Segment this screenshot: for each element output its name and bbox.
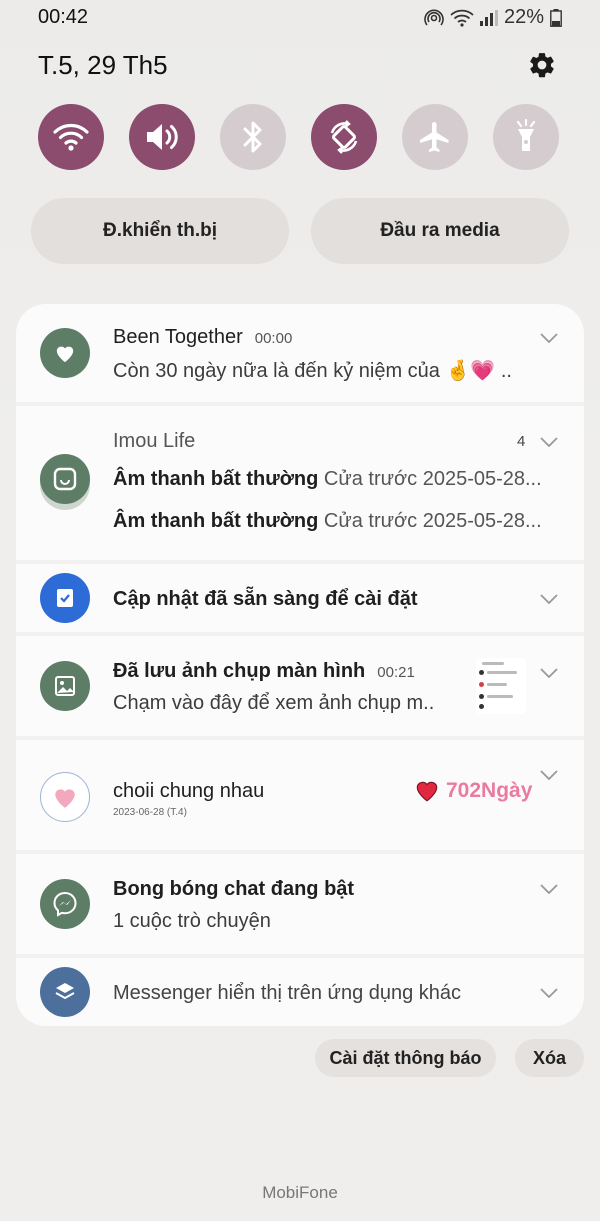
days-counter: 702Ngày — [446, 779, 533, 802]
bluetooth-toggle[interactable] — [220, 104, 286, 170]
carrier-label: MobiFone — [262, 1183, 338, 1202]
imou-row-1: Âm thanh bất thường Cửa trước 2025-05-28… — [113, 468, 542, 491]
notification-update[interactable]: Cập nhật đã sẵn sàng để cài đặt — [16, 564, 584, 632]
sound-toggle[interactable] — [129, 104, 195, 170]
device-control-button[interactable]: Đ.khiển th.bị — [31, 198, 289, 264]
notification-app-name: Imou Life — [113, 430, 196, 452]
notification-title: Đã lưu ảnh chụp màn hình — [113, 660, 366, 682]
chevron-down-icon[interactable] — [540, 594, 558, 604]
quick-toggles — [38, 104, 562, 172]
wifi-toggle[interactable] — [38, 104, 104, 170]
status-icons: 22% — [424, 6, 562, 29]
imou-row-title: Âm thanh bất thường — [113, 510, 319, 532]
notification-screenshot[interactable]: Đã lưu ảnh chụp màn hình 00:21 Chạm vào đ… — [16, 636, 584, 736]
notification-text: Messenger hiển thị trên ứng dụng khác — [113, 982, 462, 1004]
chevron-down-icon[interactable] — [540, 437, 558, 447]
layers-icon — [55, 983, 75, 1000]
notification-time: 00:21 — [377, 664, 415, 681]
notification-time: 00:00 — [254, 330, 293, 347]
notification-title: choii chung nhau — [113, 780, 265, 802]
hotspot-icon — [424, 9, 444, 26]
airplane-icon — [420, 122, 449, 152]
notification-text: 1 cuộc trò chuyện — [113, 910, 271, 932]
imou-row-title: Âm thanh bất thường — [113, 468, 319, 490]
notification-title: Bong bóng chat đang bật — [113, 878, 355, 900]
notification-date: 2023-06-28 (T.4) — [113, 807, 187, 818]
been-together-app-icon — [40, 328, 90, 378]
date-label: T.5, 29 Th5 — [38, 50, 168, 80]
sound-icon — [147, 124, 178, 150]
notification-text: Còn 30 ngày nữa là đến kỷ niệm của 🤞💗 .. — [113, 360, 512, 382]
flashlight-toggle[interactable] — [493, 104, 559, 170]
notification-text: Chạm vào đây để xem ảnh chụp m.. — [113, 692, 435, 714]
media-output-button[interactable]: Đầu ra media — [311, 198, 569, 264]
flashlight-icon — [516, 119, 536, 151]
status-bar: 00:42 22% — [0, 0, 600, 36]
thumb-dot — [479, 694, 484, 699]
notification-choii[interactable]: choii chung nhau 2023-06-28 (T.4) 702Ngà… — [16, 740, 584, 850]
settings-gear-icon[interactable] — [527, 50, 557, 80]
gallery-app-icon — [40, 661, 90, 711]
thumb-dot — [479, 682, 484, 687]
thumb-dot — [479, 704, 484, 709]
notification-been-together[interactable]: Been Together 00:00 Còn 30 ngày nữa là đế… — [16, 304, 584, 402]
notification-messenger-overlay[interactable]: Messenger hiển thị trên ứng dụng khác — [16, 958, 584, 1026]
update-check-icon — [57, 589, 73, 607]
layers-app-icon — [40, 967, 90, 1017]
screenshot-thumbnail[interactable] — [476, 658, 526, 714]
auto-rotate-icon — [330, 120, 358, 154]
camera-face-icon — [53, 467, 77, 491]
airplane-toggle[interactable] — [402, 104, 468, 170]
notification-imou-life[interactable]: Imou Life 4 Âm thanh bất thường Cửa trướ… — [16, 406, 584, 560]
notification-count: 4 — [517, 433, 526, 450]
red-heart-icon — [416, 781, 438, 802]
notification-text: Cập nhật đã sẵn sàng để cài đặt — [113, 588, 418, 610]
chevron-down-icon[interactable] — [540, 884, 558, 894]
image-icon — [55, 676, 75, 696]
imou-row-detail: Cửa trước 2025-05-28... — [323, 510, 542, 532]
notification-chat-bubbles[interactable]: Bong bóng chat đang bật 1 cuộc trò chuyệ… — [16, 854, 584, 954]
notification-panel: Been Together 00:00 Còn 30 ngày nữa là đế… — [16, 304, 584, 1026]
love-days-app-icon — [40, 772, 90, 822]
thumb-dot — [479, 670, 484, 675]
chevron-down-icon[interactable] — [540, 770, 558, 780]
chevron-down-icon[interactable] — [540, 988, 558, 998]
notification-app-name: Been Together — [113, 326, 243, 348]
wifi-icon — [53, 124, 89, 151]
auto-rotate-toggle[interactable] — [311, 104, 377, 170]
battery-percent: 22% — [503, 6, 544, 28]
messenger-icon — [53, 891, 77, 917]
update-app-icon — [40, 573, 90, 623]
chevron-down-icon[interactable] — [540, 668, 558, 678]
thumb-line — [487, 683, 507, 686]
imou-app-icon — [40, 454, 90, 504]
heart-icon — [55, 789, 75, 808]
wifi-status-icon — [450, 9, 474, 27]
imou-row-detail: Cửa trước 2025-05-28... — [323, 468, 542, 490]
thumb-line — [487, 695, 513, 698]
notification-settings-button[interactable]: Cài đặt thông báo — [315, 1039, 496, 1077]
thumb-line — [487, 671, 517, 674]
bluetooth-icon — [243, 121, 262, 153]
heart-icon — [56, 346, 74, 363]
signal-icon — [479, 9, 498, 26]
status-time: 00:42 — [38, 6, 89, 28]
clear-button[interactable]: Xóa — [515, 1039, 584, 1077]
battery-icon — [550, 8, 562, 27]
messenger-app-icon — [40, 879, 90, 929]
chevron-down-icon[interactable] — [540, 333, 558, 343]
thumb-line — [482, 662, 504, 665]
imou-row-2: Âm thanh bất thường Cửa trước 2025-05-28… — [113, 510, 542, 533]
